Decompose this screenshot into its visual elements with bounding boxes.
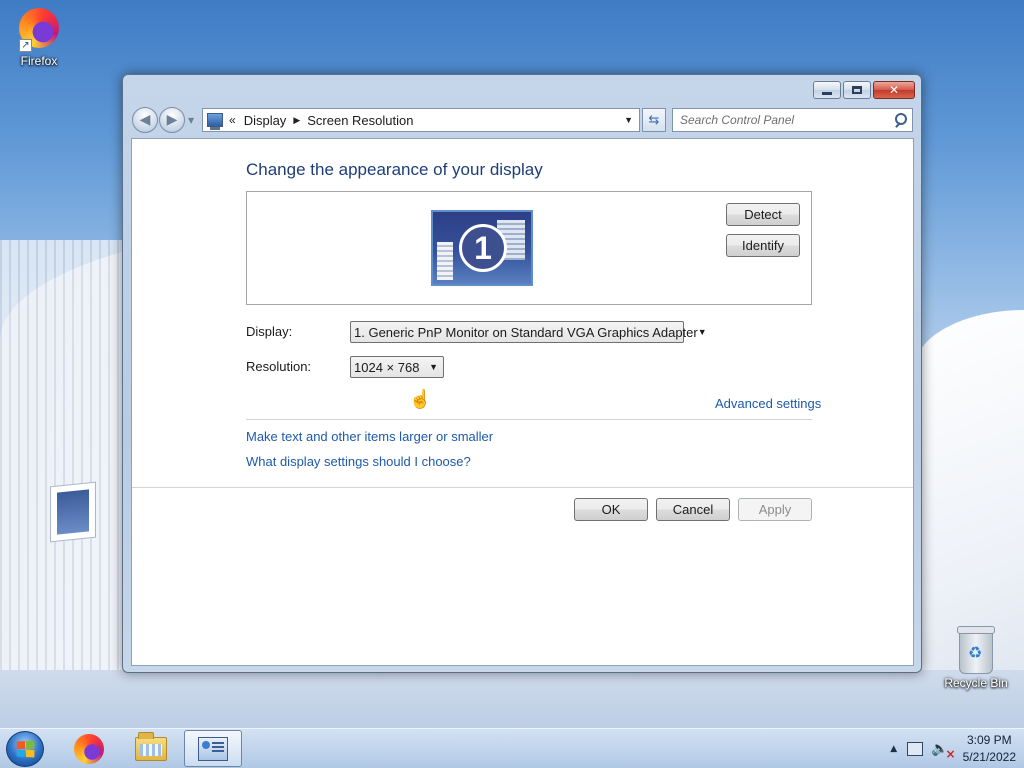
clock-date: 5/21/2022 bbox=[962, 750, 1016, 764]
page-title: Change the appearance of your display bbox=[246, 160, 543, 179]
divider bbox=[246, 419, 812, 420]
breadcrumb-overflow[interactable]: « bbox=[229, 113, 236, 127]
system-tray: ▲ 🔈 3:09 PM 5/21/2022 bbox=[890, 729, 1016, 768]
breadcrumb-separator-icon[interactable]: ▶ bbox=[293, 115, 300, 126]
display-settings-help-link[interactable]: What display settings should I choose? bbox=[246, 454, 471, 469]
search-placeholder: Search Control Panel bbox=[680, 113, 795, 127]
maximize-button[interactable] bbox=[843, 81, 871, 99]
breadcrumb-screen-resolution[interactable]: Screen Resolution bbox=[307, 113, 413, 128]
identify-button[interactable]: Identify bbox=[726, 234, 800, 257]
forward-arrow-icon: ▶ bbox=[166, 112, 178, 128]
ok-button[interactable]: OK bbox=[574, 498, 648, 521]
display-select-value: 1. Generic PnP Monitor on Standard VGA G… bbox=[354, 324, 698, 340]
resolution-select[interactable]: 1024 × 768 ▼ bbox=[350, 356, 444, 378]
apply-button[interactable]: Apply bbox=[738, 498, 812, 521]
desktop-icon-firefox[interactable]: ↗ Firefox bbox=[4, 6, 74, 68]
screen-resolution-window: ✕ ◀ ▶ ▼ « Display ▶ Screen Resolution ▼ … bbox=[122, 74, 922, 673]
desktop-icon-label: Recycle Bin bbox=[944, 676, 1008, 690]
wallpaper-window bbox=[50, 481, 96, 543]
folder-icon bbox=[135, 731, 167, 761]
back-button[interactable]: ◀ bbox=[132, 107, 158, 133]
navigation-bar: ◀ ▶ ▼ « Display ▶ Screen Resolution ▼ ⇆ … bbox=[131, 106, 913, 134]
address-bar[interactable]: « Display ▶ Screen Resolution ▼ bbox=[202, 108, 640, 132]
content-panel: Change the appearance of your display 1 … bbox=[131, 138, 914, 666]
chevron-down-icon: ▼ bbox=[429, 362, 438, 372]
refresh-button[interactable]: ⇆ bbox=[642, 108, 666, 132]
window-controls: ✕ bbox=[813, 81, 915, 99]
divider bbox=[132, 487, 913, 488]
control-panel-icon bbox=[198, 736, 228, 761]
taskbar-control-panel[interactable] bbox=[184, 730, 242, 767]
monitor-number: 1 bbox=[459, 224, 507, 272]
minimize-icon bbox=[822, 91, 832, 95]
wallpaper-ground bbox=[0, 670, 1024, 730]
resolution-select-value: 1024 × 768 bbox=[354, 359, 420, 375]
breadcrumb-display[interactable]: Display bbox=[244, 113, 287, 128]
chevron-down-icon: ▼ bbox=[697, 327, 707, 337]
search-input[interactable]: Search Control Panel bbox=[672, 108, 913, 132]
advanced-settings-link[interactable]: Advanced settings bbox=[715, 396, 821, 411]
firefox-icon: ↗ bbox=[17, 8, 61, 52]
volume-muted-icon[interactable]: 🔈 bbox=[931, 741, 956, 761]
close-icon: ✕ bbox=[888, 83, 900, 97]
maximize-icon bbox=[852, 86, 862, 94]
desktop-icon-recycle-bin[interactable]: Recycle Bin bbox=[940, 626, 1012, 690]
show-hidden-icons-icon[interactable]: ▲ bbox=[890, 744, 897, 754]
recycle-bin-icon bbox=[954, 626, 998, 674]
monitor-preview-box: 1 Detect Identify bbox=[246, 191, 812, 305]
recent-pages-dropdown[interactable]: ▼ bbox=[188, 116, 194, 125]
firefox-icon bbox=[74, 733, 104, 764]
shortcut-arrow-icon: ↗ bbox=[19, 39, 32, 52]
search-icon[interactable] bbox=[894, 113, 908, 127]
detect-button[interactable]: Detect bbox=[726, 203, 800, 226]
start-button[interactable] bbox=[6, 731, 44, 767]
control-panel-display-icon bbox=[207, 113, 223, 130]
network-icon[interactable] bbox=[907, 742, 924, 756]
refresh-icon: ⇆ bbox=[648, 112, 660, 128]
display-label: Display: bbox=[246, 324, 293, 339]
address-dropdown-icon[interactable]: ▼ bbox=[624, 115, 633, 125]
taskbar-explorer[interactable] bbox=[122, 730, 180, 767]
hand-cursor-icon: ☝ bbox=[409, 389, 432, 409]
monitor-1-preview[interactable]: 1 bbox=[431, 210, 533, 286]
display-select[interactable]: 1. Generic PnP Monitor on Standard VGA G… bbox=[350, 321, 707, 343]
back-arrow-icon: ◀ bbox=[139, 112, 151, 128]
desktop-icon-label: Firefox bbox=[20, 54, 58, 68]
taskbar-firefox[interactable] bbox=[60, 730, 118, 767]
text-size-link[interactable]: Make text and other items larger or smal… bbox=[246, 429, 493, 444]
resolution-label: Resolution: bbox=[246, 359, 312, 374]
cancel-button[interactable]: Cancel bbox=[656, 498, 730, 521]
forward-button[interactable]: ▶ bbox=[159, 107, 185, 133]
clock-time: 3:09 PM bbox=[966, 733, 1012, 747]
minimize-button[interactable] bbox=[813, 81, 841, 99]
clock[interactable]: 3:09 PM 5/21/2022 bbox=[963, 732, 1016, 766]
windows-logo-icon bbox=[16, 740, 35, 758]
close-button[interactable]: ✕ bbox=[873, 81, 915, 99]
nav-arrows: ◀ ▶ ▼ bbox=[132, 107, 194, 133]
taskbar: ▲ 🔈 3:09 PM 5/21/2022 bbox=[0, 728, 1024, 768]
